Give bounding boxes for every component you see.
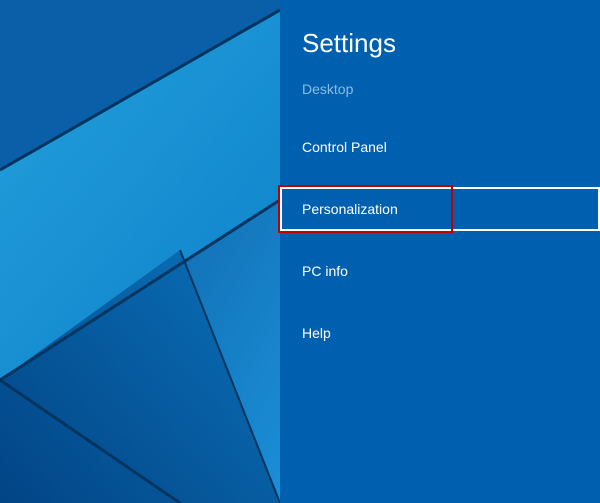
settings-item-control-panel[interactable]: Control Panel	[280, 125, 600, 169]
settings-item-label: Personalization	[302, 201, 398, 217]
settings-context-label: Desktop	[280, 81, 600, 97]
settings-item-help[interactable]: Help	[280, 311, 600, 355]
settings-item-personalization[interactable]: Personalization	[280, 187, 600, 231]
desktop-wallpaper	[0, 0, 280, 503]
settings-item-pc-info[interactable]: PC info	[280, 249, 600, 293]
settings-charm-panel: Settings Desktop Control Panel Personali…	[280, 0, 600, 503]
settings-title: Settings	[280, 28, 600, 59]
